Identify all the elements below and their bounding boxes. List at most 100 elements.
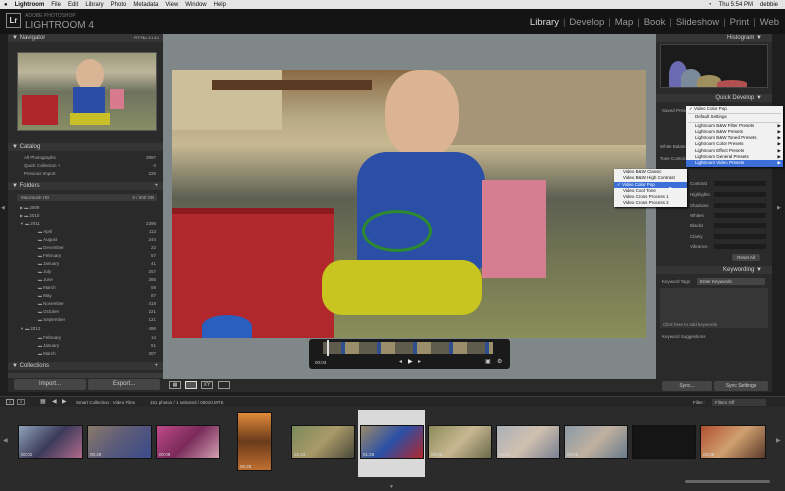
- module-print[interactable]: Print: [730, 17, 750, 28]
- filmstrip-thumb[interactable]: 00:28: [700, 425, 766, 459]
- control-stepper[interactable]: [714, 234, 766, 239]
- loupe-view-icon[interactable]: [185, 381, 197, 389]
- grid-icon[interactable]: ▦: [40, 398, 46, 405]
- menu-library[interactable]: Library: [85, 2, 103, 8]
- export-button[interactable]: Export...: [88, 379, 160, 390]
- reset-all-button[interactable]: Reset All: [732, 254, 760, 261]
- folder-year[interactable]: ▼ ▬ 2011 2396: [20, 221, 156, 226]
- filmstrip-thumb[interactable]: 00:18: [564, 425, 628, 459]
- screen-1-button[interactable]: 1: [6, 399, 14, 405]
- user-name[interactable]: debbie: [760, 2, 778, 8]
- menu-lightroom[interactable]: Lightroom: [15, 2, 45, 8]
- control-stepper[interactable]: [714, 213, 766, 218]
- left-panel-toggle-icon[interactable]: ◀: [1, 205, 5, 211]
- catalog-item[interactable]: Previous Import 225: [24, 171, 156, 176]
- module-book[interactable]: Book: [644, 17, 666, 28]
- folder-month[interactable]: ▬ August 244: [38, 237, 156, 242]
- preset-menu-item-selected[interactable]: Lightroom Video Presets ▶: [686, 160, 783, 167]
- forward-arrow-icon[interactable]: ▶: [62, 398, 67, 405]
- menu-help[interactable]: Help: [214, 2, 226, 8]
- catalog-item[interactable]: Quick Collection +0: [24, 163, 156, 168]
- clock[interactable]: Thu 5:54 PM: [719, 2, 753, 8]
- folder-year[interactable]: ▼ ▬ 2012 496: [20, 326, 156, 331]
- collections-list[interactable]: [8, 373, 163, 378]
- folder-month[interactable]: ▬ April 113: [38, 229, 156, 234]
- filmstrip-thumb[interactable]: [632, 425, 696, 459]
- play-icon[interactable]: ▶: [408, 358, 413, 365]
- menu-file[interactable]: File: [51, 2, 61, 8]
- next-frame-icon[interactable]: ▸: [418, 358, 421, 365]
- navigator-zoom[interactable]: FIT FILL 1:1 4:1: [134, 34, 159, 42]
- folder-year[interactable]: ▶ ▬ 2010: [20, 213, 156, 218]
- menu-photo[interactable]: Photo: [111, 2, 127, 8]
- apple-icon[interactable]: ●: [4, 2, 8, 8]
- folder-month[interactable]: ▬ December 22: [38, 245, 156, 250]
- compare-view-icon[interactable]: XY: [201, 381, 213, 389]
- add-folder-icon[interactable]: +: [154, 182, 158, 190]
- add-collection-icon[interactable]: +: [154, 362, 158, 370]
- module-library[interactable]: Library: [530, 17, 559, 28]
- folder-month[interactable]: ▬ May 87: [38, 293, 156, 298]
- folder-month[interactable]: ▬ January 51: [38, 343, 156, 348]
- keywording-header[interactable]: Keywording ▼: [656, 266, 772, 274]
- back-arrow-icon[interactable]: ◀: [52, 398, 57, 405]
- module-slideshow[interactable]: Slideshow: [676, 17, 719, 28]
- histogram-header[interactable]: Histogram ▼: [656, 34, 772, 42]
- folder-month[interactable]: ▬ January 41: [38, 261, 156, 266]
- menu-view[interactable]: View: [165, 2, 178, 8]
- filmstrip-scrollbar[interactable]: [685, 480, 770, 483]
- filmstrip-thumb[interactable]: 01:43: [291, 425, 355, 459]
- sync-settings-button[interactable]: Sync Settings: [714, 381, 768, 391]
- sync-button[interactable]: Sync...: [662, 381, 712, 391]
- control-stepper[interactable]: [714, 223, 766, 228]
- capture-frame-icon[interactable]: ▣: [485, 358, 491, 365]
- filmstrip-thumb[interactable]: 00:20: [428, 425, 492, 459]
- folder-month[interactable]: ▬ July 257: [38, 269, 156, 274]
- module-map[interactable]: Map: [615, 17, 633, 28]
- filmstrip-thumb[interactable]: 00:28: [87, 425, 152, 459]
- folder-month[interactable]: ▬ November 418: [38, 301, 156, 306]
- filmstrip-thumb[interactable]: 00:09: [156, 425, 220, 459]
- control-stepper[interactable]: [714, 192, 766, 197]
- video-preset-item[interactable]: Video Cross Process 2: [614, 200, 687, 206]
- control-stepper[interactable]: [714, 181, 766, 186]
- bottom-panel-toggle-icon[interactable]: ▼: [389, 484, 394, 490]
- keyword-suggestions-label[interactable]: Keyword Suggestions: [662, 334, 706, 339]
- main-video-frame[interactable]: [172, 70, 646, 338]
- filmstrip-path[interactable]: Smart Collection : Video Files: [76, 400, 135, 405]
- folder-month[interactable]: ▬ October 221: [38, 309, 156, 314]
- keyword-tags-dropdown[interactable]: Enter Keywords: [697, 278, 765, 285]
- survey-view-icon[interactable]: [218, 381, 230, 389]
- screen-2-button[interactable]: 2: [17, 399, 25, 405]
- menu-edit[interactable]: Edit: [68, 2, 78, 8]
- volume-row[interactable]: Macintosh HD 0 / 500 GB: [17, 194, 157, 201]
- folder-month[interactable]: ▬ June 385: [38, 277, 156, 282]
- filmstrip-scroll-right-icon[interactable]: ▶: [776, 437, 781, 444]
- menu-metadata[interactable]: Metadata: [133, 2, 158, 8]
- filmstrip-thumb-selected[interactable]: 01:26: [360, 425, 424, 459]
- control-stepper[interactable]: [714, 244, 766, 249]
- filmstrip-thumb[interactable]: 00:02: [18, 425, 83, 459]
- filmstrip-thumb[interactable]: 00:28: [237, 412, 272, 471]
- playhead[interactable]: [327, 340, 329, 356]
- quick-develop-header[interactable]: Quick Develop ▼: [656, 94, 772, 102]
- catalog-item[interactable]: All Photographs 3997: [24, 155, 156, 160]
- menu-window[interactable]: Window: [185, 2, 206, 8]
- keyword-input-area[interactable]: Click here to add keywords: [660, 288, 768, 328]
- trim-icon[interactable]: ⚙: [497, 358, 502, 365]
- filter-dropdown[interactable]: Filters Off: [712, 399, 766, 406]
- folder-month[interactable]: ▬ March 58: [38, 285, 156, 290]
- module-develop[interactable]: Develop: [569, 17, 604, 28]
- grid-view-icon[interactable]: ▦: [169, 381, 181, 389]
- module-web[interactable]: Web: [760, 17, 779, 28]
- folder-year[interactable]: ▶ ▬ 2009: [20, 205, 156, 210]
- folders-header[interactable]: ▼ Folders +: [8, 182, 163, 190]
- folder-month[interactable]: ▬ February 14: [38, 335, 156, 340]
- previous-frame-icon[interactable]: ◂: [399, 358, 402, 365]
- navigator-preview[interactable]: [17, 52, 157, 131]
- wifi-icon[interactable]: ◔: [708, 2, 712, 8]
- import-button[interactable]: Import...: [14, 379, 86, 390]
- collections-header[interactable]: ▼ Collections +: [8, 362, 163, 370]
- video-frame-strip[interactable]: [323, 342, 493, 354]
- folder-month[interactable]: ▬ March 307: [38, 351, 156, 356]
